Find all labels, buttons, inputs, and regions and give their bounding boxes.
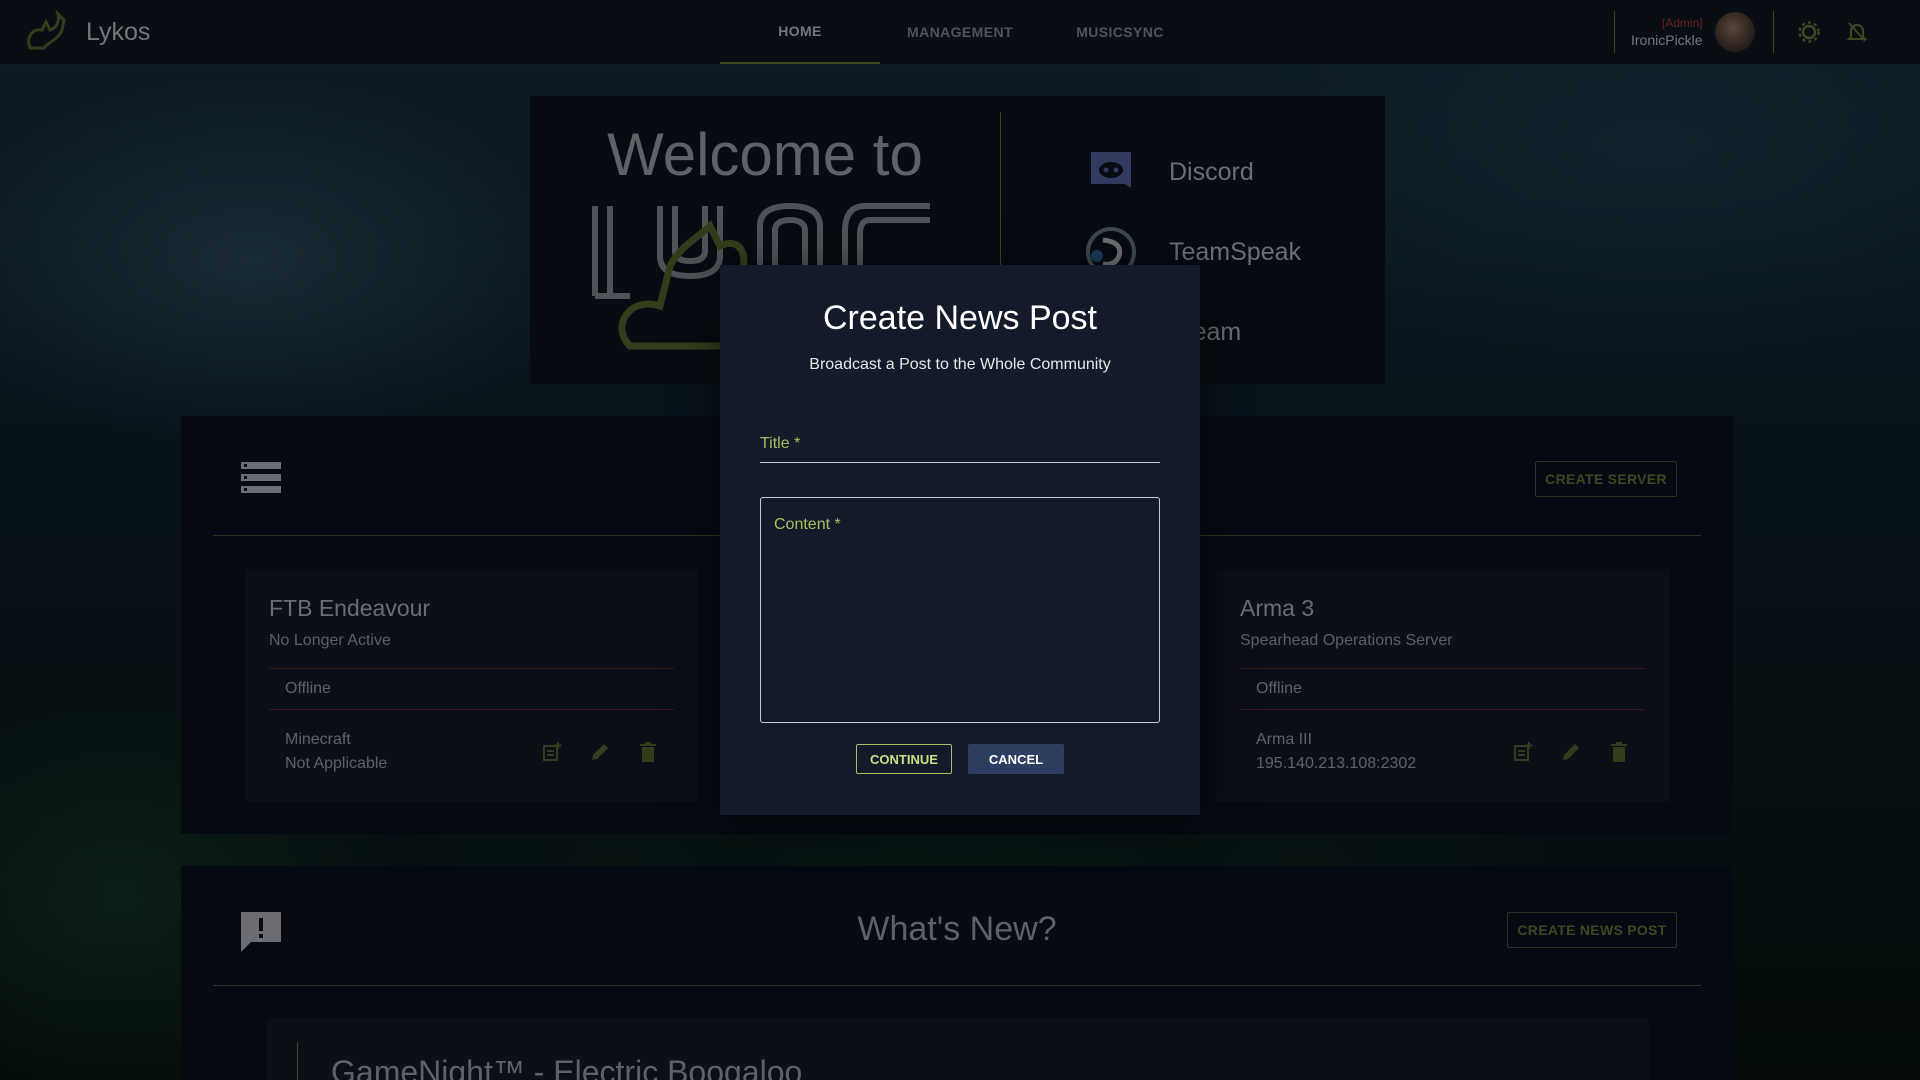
content-field[interactable]: Content * <box>760 497 1160 723</box>
dialog-subtitle: Broadcast a Post to the Whole Community <box>809 356 1111 373</box>
dialog-actions: CONTINUE CANCEL <box>720 744 1200 774</box>
title-field[interactable]: Title * <box>760 425 1160 463</box>
create-news-post-dialog: Create News Post Broadcast a Post to the… <box>720 265 1200 815</box>
content-field-label: Content * <box>774 516 841 533</box>
cancel-button[interactable]: CANCEL <box>968 744 1064 774</box>
title-field-label: Title * <box>760 435 801 452</box>
continue-button[interactable]: CONTINUE <box>856 744 952 774</box>
dialog-title: Create News Post <box>823 299 1097 337</box>
